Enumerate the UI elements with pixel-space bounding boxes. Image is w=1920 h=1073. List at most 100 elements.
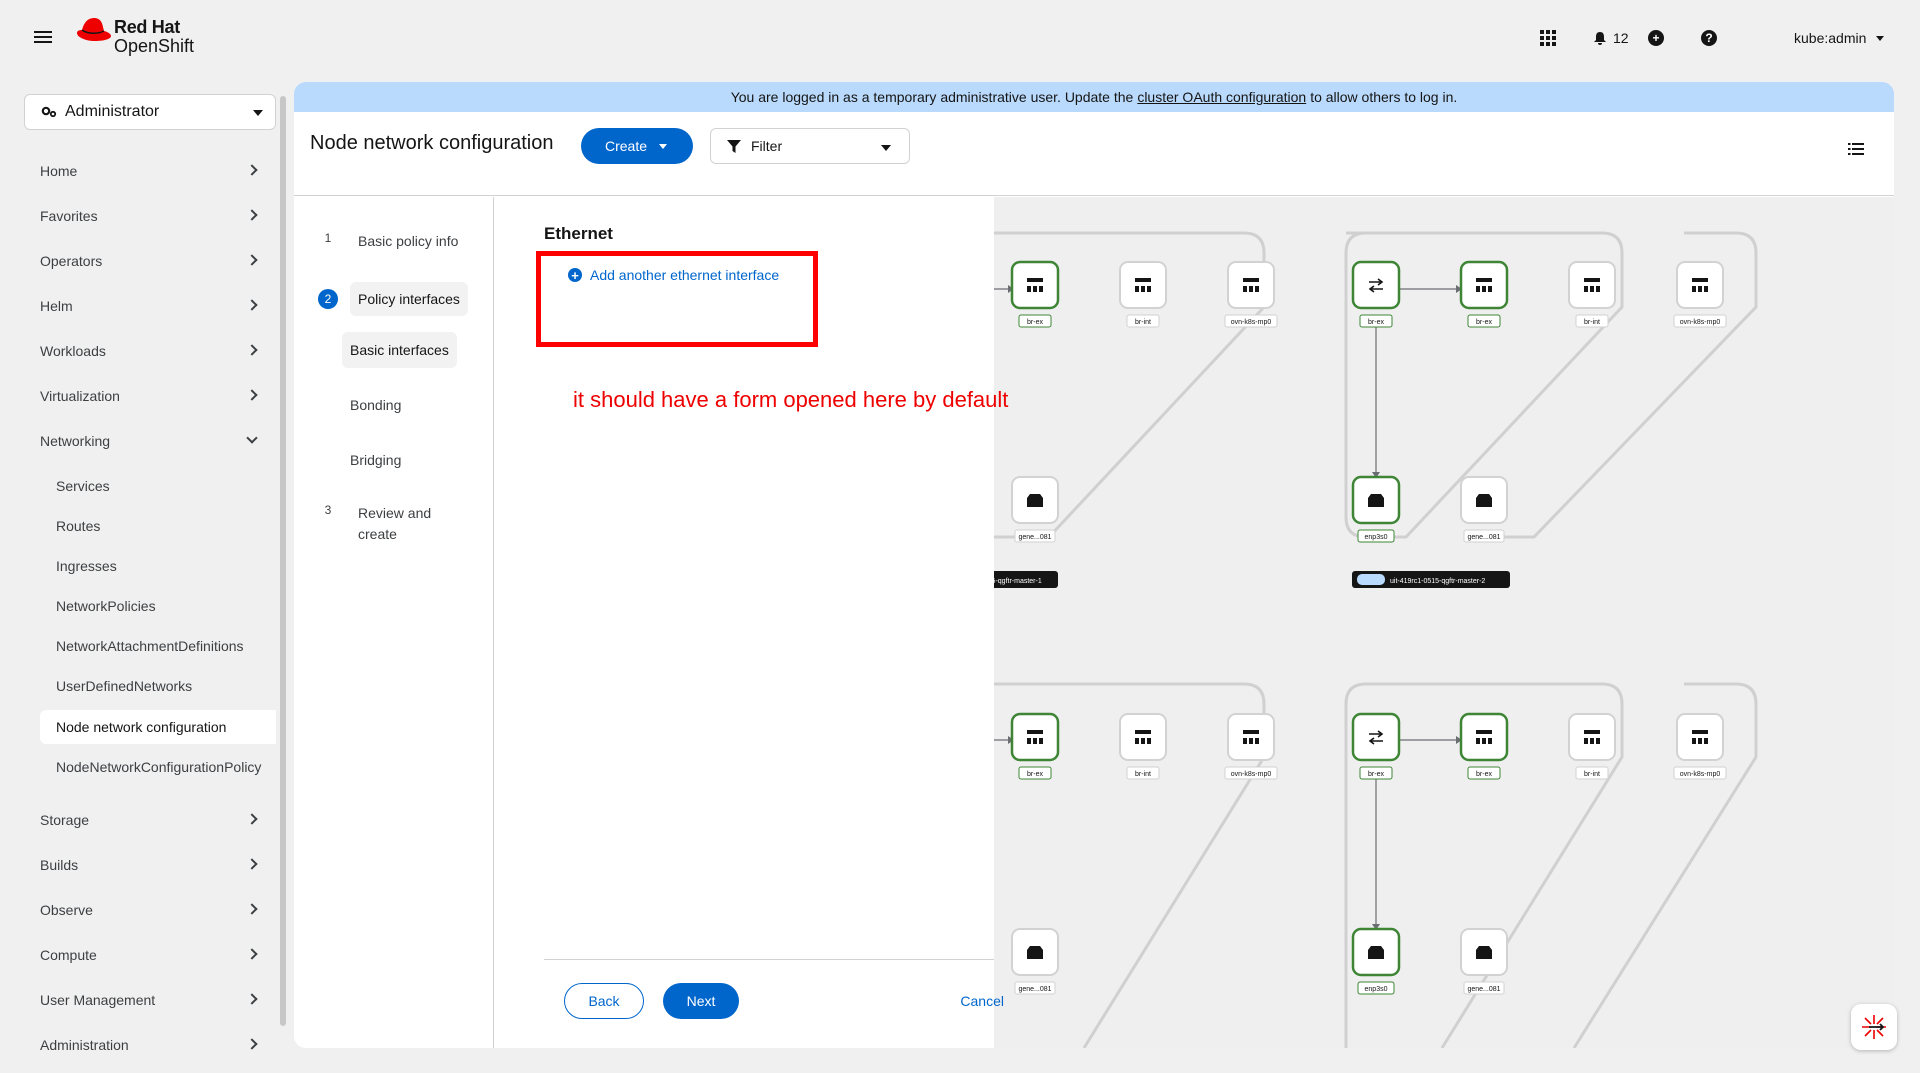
wizard-substep-basic-interfaces[interactable]: Basic interfaces	[342, 332, 457, 368]
topology-canvas[interactable]: br-ex br-int ovn-k8s-mp0 gene...081 i5-q…	[994, 197, 1894, 1048]
nav-sub-label: Ingresses	[56, 558, 117, 574]
nav-storage[interactable]: Storage	[40, 806, 266, 834]
node-ovn-k8s-mp0-2[interactable]: ovn-k8s-mp0	[1673, 261, 1727, 328]
node-bond-br-ex-4[interactable]: br-ex	[1351, 712, 1401, 780]
nav-virtualization[interactable]: Virtualization	[40, 382, 266, 410]
caret-down-icon	[659, 144, 667, 149]
nav-observe[interactable]: Observe	[40, 896, 266, 924]
nav-sub-udn[interactable]: UserDefinedNetworks	[40, 669, 276, 703]
nav-user-management[interactable]: User Management	[40, 986, 266, 1014]
node-br-ex[interactable]: br-ex	[1010, 260, 1060, 328]
node-label: br-int	[1584, 319, 1600, 326]
cancel-button[interactable]: Cancel	[844, 983, 1004, 1019]
nav-helm[interactable]: Helm	[40, 292, 266, 320]
caret-down-icon	[881, 145, 891, 151]
wizard-substep-bridging[interactable]: Bridging	[342, 442, 409, 478]
node-label: br-ex	[1027, 771, 1043, 778]
nav-sub-ingresses[interactable]: Ingresses	[40, 549, 276, 583]
perspective-switcher[interactable]: Administrator	[24, 94, 276, 130]
assistant-icon	[1862, 1015, 1886, 1039]
sidebar-scrollbar[interactable]	[279, 84, 287, 1026]
hamburger-menu-icon[interactable]	[34, 28, 52, 48]
node-label: br-ex	[1368, 319, 1384, 326]
node-group-label-master-2[interactable]: uit-419rc1-0515-qgftr-master-2	[1352, 571, 1510, 588]
nav-sub-nncp[interactable]: NodeNetworkConfigurationPolicy	[40, 750, 276, 784]
filter-label: Filter	[751, 138, 783, 154]
perspective-label: Administrator	[65, 103, 160, 120]
nav-administration[interactable]: Administration	[40, 1031, 266, 1059]
back-button[interactable]: Back	[564, 983, 644, 1019]
nav-favorites[interactable]: Favorites	[40, 202, 266, 230]
node-br-ex-2[interactable]: br-ex	[1459, 260, 1509, 328]
chevron-right-icon	[246, 813, 258, 825]
sidebar-scroll-thumb[interactable]	[280, 96, 286, 1026]
nav-workloads[interactable]: Workloads	[40, 337, 266, 365]
node-label: ovn-k8s-mp0	[1231, 319, 1272, 326]
filter-icon	[727, 140, 741, 153]
chevron-right-icon	[246, 209, 258, 221]
floating-assistant-button[interactable]	[1851, 1004, 1897, 1050]
create-label: Create	[605, 138, 648, 154]
red-hat-openshift-logo[interactable]: Red Hat OpenShift	[76, 16, 206, 58]
node-geneve-4[interactable]: gene...081	[1460, 928, 1508, 995]
nav-sub-nad[interactable]: NetworkAttachmentDefinitions	[40, 629, 276, 663]
help-button[interactable]: ?	[1701, 26, 1717, 50]
node-ovn-k8s-mp0[interactable]: ovn-k8s-mp0	[1224, 261, 1278, 328]
node-enp3s0-4[interactable]: enp3s0	[1351, 927, 1401, 995]
node-br-int-2[interactable]: br-int	[1568, 261, 1616, 328]
annotation-text: it should have a form opened here by def…	[573, 387, 1009, 412]
oauth-config-link[interactable]: cluster OAuth configuration	[1137, 89, 1306, 105]
wizard-step-review-and-create[interactable]: 3 Review and create	[318, 500, 440, 548]
nav-sub-networkpolicies[interactable]: NetworkPolicies	[40, 589, 276, 623]
next-button[interactable]: Next	[663, 983, 739, 1019]
list-view-icon[interactable]	[1848, 142, 1864, 156]
nav-label: Observe	[40, 902, 93, 918]
step-number: 2	[318, 289, 338, 309]
banner-text-after: to allow others to log in.	[1310, 89, 1458, 105]
nav-home[interactable]: Home	[40, 157, 266, 185]
node-geneve-3[interactable]: gene...081	[1011, 928, 1059, 995]
node-group-label-master-1[interactable]: i5-qgftr-master-1	[994, 571, 1058, 588]
nav-builds[interactable]: Builds	[40, 851, 266, 879]
node-ovn-k8s-mp0-3[interactable]: ovn-k8s-mp0	[1224, 713, 1278, 780]
wizard-substep-bonding[interactable]: Bonding	[342, 387, 409, 423]
node-label: gene...081	[1467, 534, 1500, 541]
node-ovn-k8s-mp0-4[interactable]: ovn-k8s-mp0	[1673, 713, 1727, 780]
node-br-int[interactable]: br-int	[1119, 261, 1167, 328]
node-br-ex-3[interactable]: br-ex	[1010, 712, 1060, 780]
node-label: enp3s0	[1365, 986, 1388, 993]
nav-label: Helm	[40, 298, 73, 314]
create-button[interactable]: Create	[581, 128, 693, 164]
nav-label: Home	[40, 163, 78, 179]
nav-sub-label: NodeNetworkConfigurationPolicy	[56, 759, 262, 775]
masthead: Red Hat OpenShift 12 + ? kube:admin	[0, 0, 1920, 78]
wizard-step-policy-interfaces[interactable]: 2 Policy interfaces	[318, 282, 468, 316]
nav-compute[interactable]: Compute	[40, 941, 266, 969]
node-label: br-ex	[1476, 771, 1492, 778]
nav-label: Storage	[40, 812, 90, 828]
notifications-button[interactable]: 12	[1593, 26, 1629, 50]
node-br-int-4[interactable]: br-int	[1568, 713, 1616, 780]
app-launcher-icon[interactable]	[1540, 26, 1556, 50]
user-name: kube:admin	[1794, 30, 1867, 46]
node-bond-br-ex[interactable]: br-ex	[1351, 260, 1401, 328]
wizard-step-basic-policy-info[interactable]: 1 Basic policy info	[318, 228, 466, 254]
nav-label: Networking	[40, 433, 111, 449]
nav-sub-services[interactable]: Services	[40, 469, 276, 503]
nav-networking[interactable]: Networking	[40, 427, 266, 455]
nav-sub-routes[interactable]: Routes	[40, 509, 276, 543]
user-menu[interactable]: kube:admin	[1794, 26, 1885, 50]
node-geneve-2[interactable]: gene...081	[1460, 476, 1508, 543]
quick-create-button[interactable]: +	[1648, 26, 1664, 50]
filter-dropdown[interactable]: Filter	[710, 128, 910, 164]
node-enp3s0[interactable]: enp3s0	[1351, 475, 1401, 543]
node-br-int-3[interactable]: br-int	[1119, 713, 1167, 780]
node-br-ex-4[interactable]: br-ex	[1459, 712, 1509, 780]
wizard-nav: 1 Basic policy info 2 Policy interfaces …	[294, 197, 494, 1048]
step-label: Review and create	[358, 505, 432, 542]
node-label: br-int	[1584, 771, 1600, 778]
nav-sub-label: UserDefinedNetworks	[56, 678, 193, 694]
nav-operators[interactable]: Operators	[40, 247, 266, 275]
nav-sub-node-network-configuration[interactable]: Node network configuration	[40, 710, 276, 744]
node-geneve[interactable]: gene...081	[1011, 476, 1059, 543]
